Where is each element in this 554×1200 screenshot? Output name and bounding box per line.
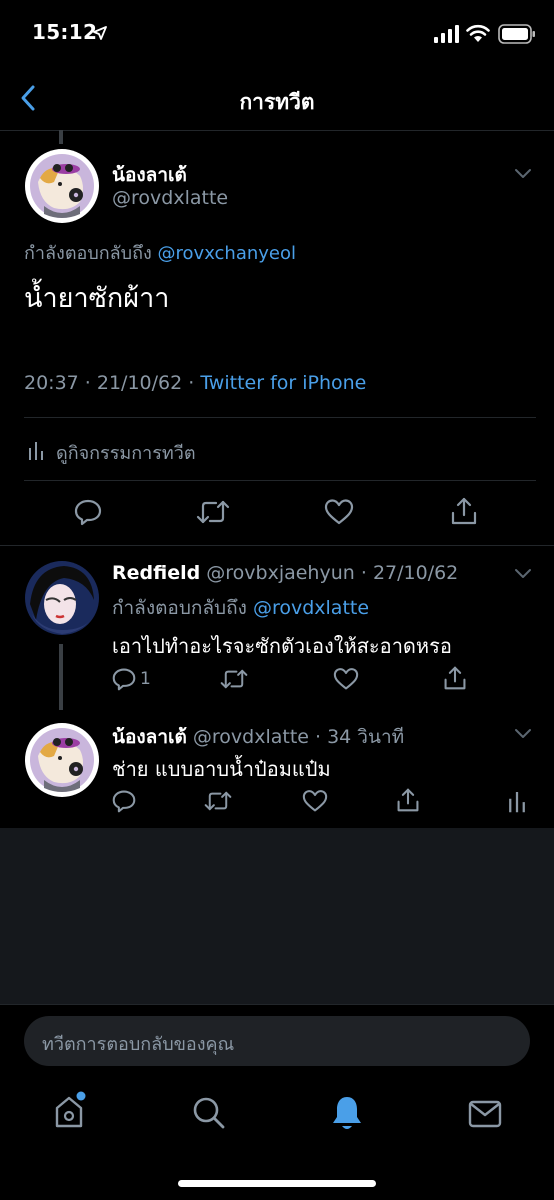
search-icon[interactable] bbox=[192, 1096, 226, 1130]
reply-avatar[interactable] bbox=[24, 722, 100, 802]
replying-to-label: กำลังตอบกลับถึง bbox=[112, 597, 247, 619]
divider bbox=[0, 545, 554, 546]
notifications-icon[interactable] bbox=[330, 1094, 364, 1132]
composer-placeholder: ทวีตการตอบกลับของคุณ bbox=[42, 1034, 235, 1055]
main-tweet-avatar[interactable] bbox=[24, 148, 100, 228]
reply-author-handle[interactable]: @rovdxlatte bbox=[193, 726, 309, 748]
avatar bbox=[25, 561, 99, 635]
battery-icon bbox=[498, 24, 535, 44]
analytics-icon[interactable] bbox=[508, 789, 526, 813]
reply-composer-input[interactable]: ทวีตการตอบกลับของคุณ bbox=[24, 1016, 530, 1066]
reply-author-name[interactable]: น้องลาเต้ bbox=[112, 726, 187, 748]
location-icon bbox=[93, 26, 107, 40]
reply-text: ช่าย แบบอาบน้ำป๋อมแป๋ม bbox=[112, 757, 331, 781]
wifi-icon bbox=[466, 24, 490, 42]
analytics-icon bbox=[29, 442, 43, 460]
reply-icon[interactable] bbox=[112, 667, 136, 691]
status-time: 15:12 bbox=[32, 20, 98, 44]
retweet-icon[interactable] bbox=[204, 789, 232, 813]
navigation-bar: การทวีต bbox=[0, 68, 554, 131]
avatar bbox=[25, 723, 99, 797]
reply-date: · 27/10/62 bbox=[360, 562, 459, 584]
author-handle[interactable]: @rovdxlatte bbox=[112, 187, 228, 209]
activity-label: ดูกิจกรรมการทวีต bbox=[56, 443, 196, 464]
divider bbox=[24, 480, 536, 481]
messages-icon[interactable] bbox=[468, 1100, 502, 1128]
retweet-icon[interactable] bbox=[220, 667, 248, 691]
reply-header: Redfield @rovbxjaehyun · 27/10/62 bbox=[112, 562, 458, 584]
share-icon[interactable] bbox=[450, 496, 478, 526]
avatar bbox=[25, 149, 99, 223]
thread-line bbox=[59, 644, 63, 710]
share-icon[interactable] bbox=[396, 787, 420, 813]
reply-count: 1 bbox=[140, 669, 151, 689]
divider bbox=[24, 417, 536, 418]
reply-avatar[interactable] bbox=[24, 560, 100, 640]
divider bbox=[0, 1004, 554, 1005]
reply-header: น้องลาเต้ @rovdxlatte · 34 วินาที bbox=[112, 722, 404, 752]
tweet-timestamp: 20:37 · 21/10/62 · bbox=[24, 372, 195, 394]
like-icon[interactable] bbox=[333, 667, 359, 691]
home-icon[interactable] bbox=[53, 1090, 87, 1130]
chevron-down-icon[interactable] bbox=[514, 728, 532, 740]
replying-to-handle[interactable]: @rovxchanyeol bbox=[158, 243, 297, 264]
author-name[interactable]: น้องลาเต้ bbox=[112, 160, 187, 190]
tweet-source[interactable]: Twitter for iPhone bbox=[200, 372, 366, 394]
replying-to-handle[interactable]: @rovdxlatte bbox=[253, 597, 369, 619]
home-indicator bbox=[178, 1180, 376, 1187]
page-title: การทวีต bbox=[239, 90, 315, 114]
status-bar: 15:12 bbox=[0, 0, 554, 68]
cellular-signal-icon bbox=[434, 25, 459, 43]
like-icon[interactable] bbox=[302, 789, 328, 813]
reply-icon[interactable] bbox=[112, 789, 136, 813]
replying-to: กำลังตอบกลับถึง @rovdxlatte bbox=[112, 593, 369, 623]
thread-line bbox=[59, 130, 63, 144]
tweet-meta: 20:37 · 21/10/62 · Twitter for iPhone bbox=[24, 372, 366, 394]
tweet-text: น้ำยาซักผ้าา bbox=[24, 283, 170, 314]
chevron-down-icon[interactable] bbox=[514, 168, 532, 180]
reply-author-handle[interactable]: @rovbxjaehyun bbox=[206, 562, 355, 584]
tweet-activity-link[interactable]: ดูกิจกรรมการทวีต bbox=[24, 436, 536, 466]
replying-to: กำลังตอบกลับถึง @rovxchanyeol bbox=[24, 238, 296, 267]
like-icon[interactable] bbox=[324, 498, 354, 526]
reply-date: · 34 วินาที bbox=[315, 726, 405, 748]
reply-author-name[interactable]: Redfield bbox=[112, 562, 200, 584]
retweet-icon[interactable] bbox=[196, 498, 230, 526]
reply-text: เอาไปทำอะไรจะซักตัวเองให้สะอาดหรอ bbox=[112, 634, 452, 658]
replying-to-label: กำลังตอบกลับถึง bbox=[24, 243, 152, 264]
chevron-down-icon[interactable] bbox=[514, 568, 532, 580]
empty-area bbox=[0, 828, 554, 1004]
reply-icon[interactable] bbox=[74, 498, 102, 526]
share-icon[interactable] bbox=[443, 665, 467, 691]
